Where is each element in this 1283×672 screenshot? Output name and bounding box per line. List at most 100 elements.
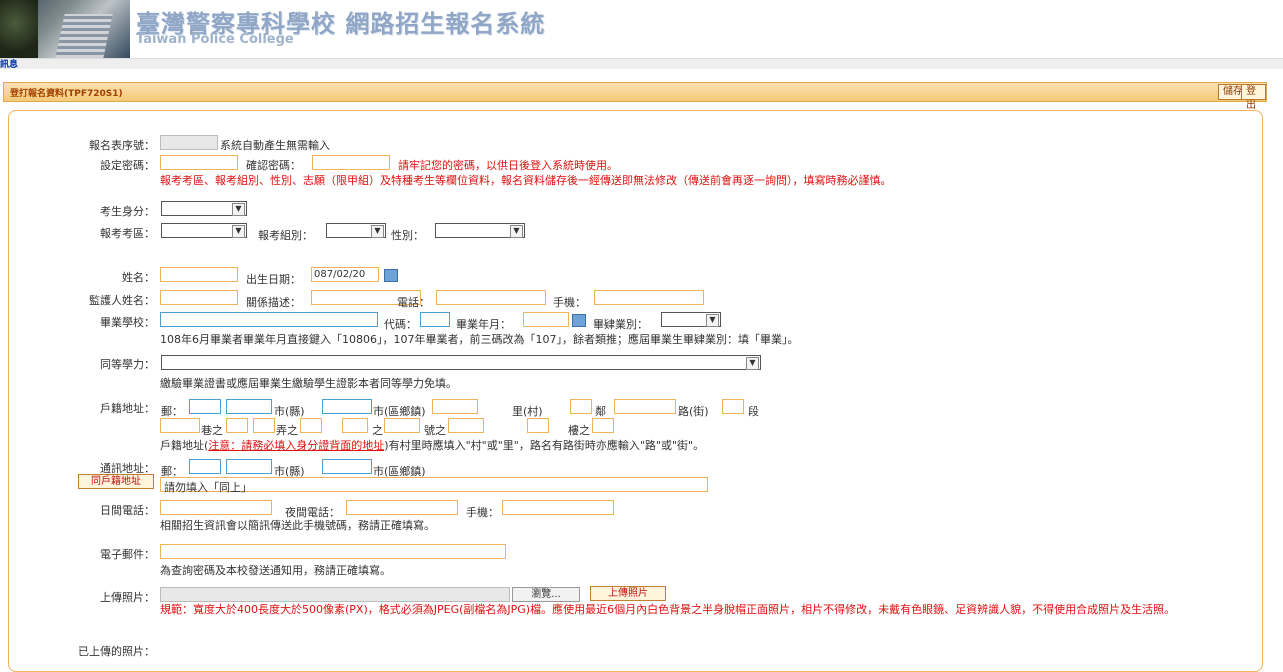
number-label: 號之	[424, 424, 446, 437]
reg-lane-input[interactable]	[160, 418, 200, 433]
reg-road-input[interactable]	[614, 399, 676, 414]
password-input[interactable]	[160, 155, 238, 170]
same-note: 請勿填入「同上」	[164, 481, 252, 494]
email-input[interactable]	[160, 544, 506, 559]
mail-town-input[interactable]	[322, 459, 372, 474]
guardian-input[interactable]	[160, 290, 238, 305]
grad-ym-label: 畢業年月：	[456, 318, 511, 331]
guardian-phone-input[interactable]	[436, 290, 546, 305]
equiv-select[interactable]: ▼	[161, 355, 761, 370]
mobile-label: 手機：	[466, 506, 499, 519]
reg-lin-input[interactable]	[570, 399, 592, 414]
chevron-down-icon: ▼	[746, 357, 759, 370]
warning-note: 報考考區、報考組別、性別、志願（限甲組）及特種考生等欄位資料，報名資料儲存後一經…	[160, 174, 892, 187]
night-phone-input[interactable]	[346, 500, 458, 515]
birth-date-input[interactable]: 087/02/20	[311, 267, 379, 282]
photo-label: 上傳照片：	[100, 591, 155, 604]
reg-town-input[interactable]	[322, 399, 372, 414]
email-label: 電子郵件：	[100, 548, 155, 561]
logout-button[interactable]: 登出	[1241, 84, 1266, 111]
address-note: 戶籍地址(注意：請務必填入身分證背面的地址)有村里時應填入"村"或"里"，路名有…	[160, 437, 704, 453]
message-link[interactable]: 訊息	[0, 57, 18, 70]
name-input[interactable]	[160, 267, 238, 282]
floor-label: 樓之	[568, 424, 590, 437]
calendar-icon[interactable]	[572, 314, 586, 327]
reg-floor-sub-input[interactable]	[592, 418, 614, 433]
road-label: 路(街)	[678, 405, 709, 418]
chevron-down-icon: ▼	[232, 203, 245, 216]
birth-date-label: 出生日期：	[246, 273, 301, 286]
school-code-input[interactable]	[420, 312, 450, 327]
guardian-mobile-input[interactable]	[594, 290, 704, 305]
photo-file-field[interactable]	[160, 587, 510, 602]
password-label: 設定密碼：	[100, 159, 155, 172]
serial-field	[160, 135, 218, 150]
reg-zip-input[interactable]	[189, 399, 221, 414]
reg-section-input[interactable]	[722, 399, 744, 414]
county-label: 市(縣)	[274, 405, 305, 418]
site-subtitle: Taiwan Police College	[136, 32, 294, 47]
email-note: 為查詢密碼及本校發送通知用，務請正確填寫。	[160, 564, 391, 577]
reg-lane-sub-input[interactable]	[226, 418, 248, 433]
campus-logo-image	[0, 0, 130, 58]
chevron-down-icon: ▼	[371, 225, 384, 238]
zhi-label: 之	[372, 424, 383, 437]
reg-floor-input[interactable]	[527, 418, 549, 433]
page-title: 登打報名資料(TPF720S1)	[10, 89, 123, 99]
lane-label: 巷之	[201, 424, 223, 437]
gender-label: 性別：	[391, 229, 424, 242]
reg-alley-sub-input[interactable]	[300, 418, 322, 433]
alley-label: 弄之	[276, 424, 298, 437]
lin-label: 鄰	[595, 405, 606, 418]
reg-address-label: 戶籍地址：	[100, 402, 155, 415]
exam-group-label: 報考組別：	[258, 229, 313, 242]
reg-no-input[interactable]	[384, 418, 420, 433]
confirm-password-input[interactable]	[312, 155, 390, 170]
reg-county-input[interactable]	[226, 399, 272, 414]
photo-note: 規範：寬度大於400長度大於500像素(PX)，格式必須為JPEG(副檔名為JP…	[160, 603, 1176, 616]
identity-select[interactable]: ▼	[161, 201, 247, 216]
reg-village-input[interactable]	[432, 399, 478, 414]
day-phone-input[interactable]	[160, 500, 272, 515]
calendar-icon[interactable]	[384, 269, 398, 282]
guardian-label: 監護人姓名：	[89, 294, 155, 307]
school-input[interactable]	[160, 312, 378, 327]
exam-area-label: 報考考區：	[100, 227, 155, 240]
password-note: 請牢記您的密碼，以供日後登入系統時使用。	[398, 159, 618, 172]
exam-group-select[interactable]: ▼	[326, 223, 386, 238]
grad-type-select[interactable]: ▼	[661, 312, 721, 327]
building-graphic	[55, 14, 113, 58]
serial-label: 報名表序號：	[89, 139, 155, 152]
mail-zip-input[interactable]	[189, 459, 221, 474]
address-note-link[interactable]: 注意：請務必填入身分證背面的地址	[208, 439, 384, 452]
village-label: 里(村)	[512, 405, 543, 418]
grad-ym-input[interactable]	[523, 312, 569, 327]
reg-zhi-input[interactable]	[342, 418, 368, 433]
uploaded-photo-label: 已上傳的照片：	[78, 645, 155, 658]
same-as-registered-button[interactable]: 同戶籍地址	[78, 474, 154, 489]
mail-county-input[interactable]	[226, 459, 272, 474]
upload-photo-button[interactable]: 上傳照片	[590, 586, 666, 601]
school-code-label: 代碼：	[384, 318, 417, 331]
chevron-down-icon: ▼	[510, 225, 523, 238]
chevron-down-icon: ▼	[232, 225, 245, 238]
equiv-label: 同等學力：	[100, 358, 155, 371]
phone-note: 相關招生資訊會以簡訊傳送此手機號碼，務請正確填寫。	[160, 519, 435, 532]
school-label: 畢業學校：	[100, 316, 155, 329]
site-header: 臺灣警察專科學校 網路招生報名系統 Taiwan Police College	[0, 0, 1283, 58]
exam-area-select[interactable]: ▼	[161, 223, 247, 238]
name-label: 姓名：	[122, 271, 155, 284]
reg-no-sub-input[interactable]	[448, 418, 484, 433]
zip-label: 郵：	[161, 405, 183, 418]
browse-button[interactable]: 瀏覽...	[512, 587, 580, 602]
guardian-mobile-label: 手機：	[553, 296, 586, 309]
serial-note: 系統自動產生無需輸入	[220, 139, 330, 152]
relation-label: 關係描述：	[246, 296, 301, 309]
reg-alley-input[interactable]	[253, 418, 275, 433]
confirm-password-label: 確認密碼：	[246, 159, 301, 172]
mobile-input[interactable]	[502, 500, 614, 515]
gender-select[interactable]: ▼	[435, 223, 525, 238]
page-titlebar: 登打報名資料(TPF720S1) 儲存 登出	[3, 82, 1267, 111]
grad-type-label: 畢肄業別：	[593, 318, 648, 331]
tree-graphic	[0, 0, 38, 58]
